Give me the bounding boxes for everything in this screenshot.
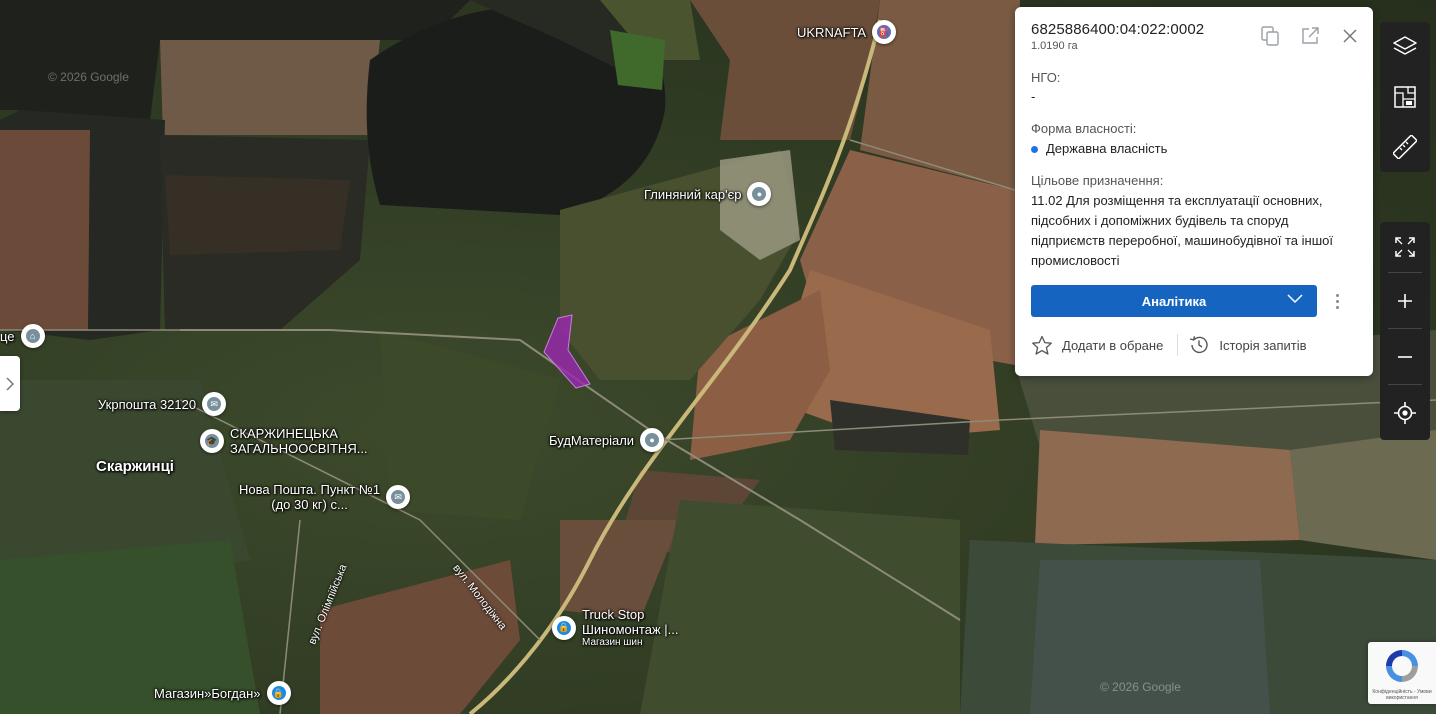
poi-label: Укрпошта 32120 [98,396,197,412]
mail-icon: ✉ [202,392,227,416]
purpose-label: Цільове призначення: [1031,173,1164,188]
ownership-value: Державна власність [1031,139,1357,159]
poi-quarry[interactable]: ● Глиняний кар'єр [644,182,772,206]
parcel-info-card: 6825886400:04:022:0002 1.0190 га НГО: - … [1015,7,1373,376]
open-external-button[interactable] [1299,25,1321,47]
analytics-button[interactable]: Аналітика [1031,285,1317,317]
locate-icon [1394,401,1416,424]
map-tools-toolbar [1380,22,1430,172]
poi-label: Нова Пошта. Пункт №1 (до 30 кг) с... [239,482,381,512]
add-favorite-button[interactable]: Додати в обране [1031,335,1163,356]
recaptcha-text: Конфіденційність - Умови використання [1372,689,1432,701]
shopping-bag-icon: 🔒 [266,681,291,705]
ruler-button[interactable] [1380,122,1430,172]
chevron-down-icon [1287,294,1303,304]
ruler-icon [1393,135,1417,159]
poi-label: СКАРЖИНЕЦЬКА ЗАГАЛЬНООСВІТНЯ... [230,426,368,456]
poi-label: UKRNAFTA [797,24,867,40]
town-label: Скаржинці [96,458,174,475]
close-button[interactable] [1339,25,1361,47]
request-history-button[interactable]: Історія запитів [1188,334,1307,356]
poi-novaposhta[interactable]: ✉ Нова Пошта. Пункт №1 (до 30 кг) с... [239,482,411,512]
poi-truckstop[interactable]: 🔒 Truck Stop Шиномонтаж |... Магазин шин [552,607,679,648]
map-zoom-toolbar [1380,222,1430,440]
external-link-icon [1302,27,1319,44]
location-icon: ● [747,182,772,206]
more-options-button[interactable] [1331,291,1343,311]
purpose-value: 11.02 Для розміщення та експлуатації осн… [1031,193,1333,268]
cadastre-icon [1394,86,1416,108]
layers-button[interactable] [1380,22,1430,72]
poi-label: Глиняний кар'єр [644,186,742,202]
poi-budmat[interactable]: ● БудМатеріали [549,428,665,452]
location-icon: ● [640,428,665,452]
poi-bogdan[interactable]: 🔒 Магазин»Богдан» [154,681,291,705]
mail-icon: ✉ [386,485,411,509]
chevron-right-icon [6,376,14,391]
poi-label: Truck Stop Шиномонтаж |... Магазин шин [582,607,679,648]
cadastre-button[interactable] [1380,72,1430,122]
zoom-out-icon [1398,355,1412,358]
copy-icon [1261,26,1279,46]
zoom-in-button[interactable] [1380,273,1430,328]
museum-icon: ⌂ [20,324,45,348]
ownership-label: Форма власності: [1031,121,1137,136]
ngo-value: - [1031,89,1036,104]
school-icon: 🎓 [200,429,224,453]
fuel-station-icon: ⛽ [872,20,897,44]
star-icon [1032,335,1052,355]
recaptcha-badge[interactable]: Конфіденційність - Умови використання [1368,642,1436,704]
poi-label: БудМатеріали [549,432,635,448]
history-icon [1190,336,1209,354]
poi-ukrposhta[interactable]: ✉ Укрпошта 32120 [98,392,227,416]
fullscreen-icon [1395,237,1415,257]
zoom-in-icon [1398,293,1412,308]
fullscreen-button[interactable] [1380,222,1430,272]
poi-partial[interactable]: ⌂ це [0,324,45,348]
poi-label: Магазин»Богдан» [154,685,261,701]
close-icon [1343,29,1357,43]
map-watermark: © 2026 Google [1100,680,1181,694]
poi-ukrnafta[interactable]: ⛽ UKRNAFTA [797,20,897,44]
copy-button[interactable] [1259,25,1281,47]
locate-button[interactable] [1380,385,1430,440]
card-actions [1259,25,1361,47]
poi-label: це [0,328,15,344]
zoom-out-button[interactable] [1380,329,1430,384]
layers-icon [1393,36,1417,55]
expand-panel-button[interactable] [0,356,20,411]
ngo-label: НГО: [1031,70,1061,85]
recaptcha-icon [1386,650,1418,682]
map-watermark: © 2026 Google [48,70,129,84]
status-dot [1031,145,1038,153]
poi-school[interactable]: 🎓 СКАРЖИНЕЦЬКА ЗАГАЛЬНООСВІТНЯ... [200,426,368,456]
shopping-bag-icon: 🔒 [552,615,576,640]
